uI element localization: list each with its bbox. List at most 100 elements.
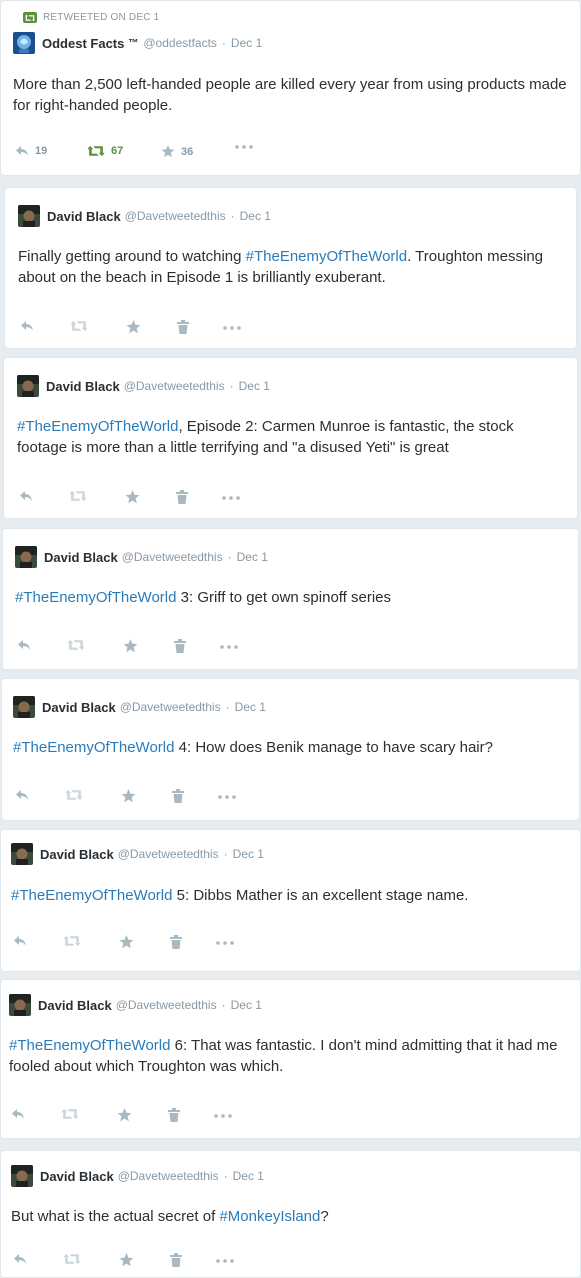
tweet-card[interactable]: David Black @Davetweetedthis · Dec 1 #Th… <box>3 357 578 519</box>
tweet-card[interactable]: David Black @Davetweetedthis · Dec 1 Fin… <box>4 187 577 349</box>
display-name[interactable]: David Black <box>40 847 114 862</box>
username[interactable]: @Davetweetedthis <box>118 1169 219 1183</box>
retweet-button[interactable] <box>63 935 81 947</box>
favorite-button[interactable] <box>119 1253 134 1267</box>
display-name[interactable]: Oddest Facts <box>42 36 124 51</box>
retweet-button[interactable]: 67 <box>87 145 123 157</box>
delete-button[interactable] <box>170 1253 182 1267</box>
more-button[interactable] <box>235 145 253 149</box>
avatar[interactable] <box>13 696 35 718</box>
retweet-button[interactable] <box>61 1108 79 1120</box>
favorite-button[interactable] <box>125 490 140 504</box>
retweet-button[interactable] <box>69 490 87 502</box>
favorite-button[interactable] <box>117 1108 132 1122</box>
display-name[interactable]: David Black <box>46 379 120 394</box>
timestamp[interactable]: Dec 1 <box>240 209 271 223</box>
reply-button[interactable]: 19 <box>15 145 47 157</box>
timestamp[interactable]: Dec 1 <box>231 998 262 1012</box>
avatar[interactable] <box>13 32 35 54</box>
avatar[interactable] <box>11 843 33 865</box>
retweet-button[interactable] <box>67 639 85 651</box>
hashtag-link[interactable]: #TheEnemyOfTheWorld <box>15 589 176 606</box>
hashtag-link[interactable]: #TheEnemyOfTheWorld <box>246 248 407 265</box>
favorite-button[interactable]: 36 <box>161 145 193 158</box>
delete-button[interactable] <box>172 789 184 803</box>
more-icon <box>214 1114 232 1118</box>
delete-button[interactable] <box>168 1108 180 1122</box>
favorite-button[interactable] <box>123 639 138 653</box>
tweet-card[interactable]: David Black @Davetweetedthis · Dec 1 #Th… <box>0 979 581 1139</box>
reply-button[interactable] <box>19 490 33 502</box>
reply-button[interactable] <box>20 320 34 332</box>
favorite-button[interactable] <box>121 789 136 803</box>
retweeted-tweet-card[interactable]: RETWEETED ON DEC 1 Oddest Facts ™ @oddes… <box>0 0 581 176</box>
more-button[interactable] <box>216 941 234 945</box>
display-name[interactable]: David Black <box>38 998 112 1013</box>
tweet-text-before: But what is the actual secret of <box>11 1208 220 1225</box>
reply-button[interactable] <box>13 935 27 947</box>
reply-button[interactable] <box>17 639 31 651</box>
timestamp[interactable]: Dec 1 <box>239 379 270 393</box>
tweet-text: But what is the actual secret of #Monkey… <box>11 1206 568 1227</box>
display-name[interactable]: David Black <box>44 550 118 565</box>
display-name[interactable]: David Black <box>47 209 121 224</box>
hashtag-link[interactable]: #TheEnemyOfTheWorld <box>13 739 174 756</box>
favorite-button[interactable] <box>119 935 134 949</box>
tweet-actions <box>11 1108 251 1124</box>
username[interactable]: @Davetweetedthis <box>122 550 223 564</box>
delete-button[interactable] <box>176 490 188 504</box>
hashtag-link[interactable]: #TheEnemyOfTheWorld <box>9 1037 170 1054</box>
tweet-text: #TheEnemyOfTheWorld, Episode 2: Carmen M… <box>17 416 565 458</box>
username[interactable]: @Davetweetedthis <box>116 998 217 1012</box>
username[interactable]: @Davetweetedthis <box>124 379 225 393</box>
hashtag-link[interactable]: #TheEnemyOfTheWorld <box>11 887 172 904</box>
username[interactable]: @Davetweetedthis <box>120 700 221 714</box>
timestamp[interactable]: Dec 1 <box>233 847 264 861</box>
trash-icon <box>176 490 188 504</box>
timestamp[interactable]: Dec 1 <box>231 36 262 50</box>
display-name[interactable]: David Black <box>42 700 116 715</box>
tweet-text: More than 2,500 left-handed people are k… <box>13 76 567 114</box>
avatar[interactable] <box>11 1165 33 1187</box>
more-button[interactable] <box>223 326 241 330</box>
username[interactable]: @Davetweetedthis <box>118 847 219 861</box>
tweet-header: David Black @Davetweetedthis · Dec 1 <box>11 843 264 865</box>
delete-button[interactable] <box>170 935 182 949</box>
avatar[interactable] <box>9 994 31 1016</box>
avatar[interactable] <box>17 375 39 397</box>
username[interactable]: @oddestfacts <box>143 36 217 50</box>
tweet-header: David Black @Davetweetedthis · Dec 1 <box>13 696 266 718</box>
avatar[interactable] <box>15 546 37 568</box>
more-button[interactable] <box>220 645 238 649</box>
tweet-text: Finally getting around to watching #TheE… <box>18 246 564 288</box>
username[interactable]: @Davetweetedthis <box>125 209 226 223</box>
timestamp[interactable]: Dec 1 <box>235 700 266 714</box>
tweet-card[interactable]: David Black @Davetweetedthis · Dec 1 #Th… <box>2 528 579 670</box>
reply-button[interactable] <box>11 1108 25 1120</box>
hashtag-link[interactable]: #MonkeyIsland <box>219 1208 320 1225</box>
separator: · <box>223 1169 228 1183</box>
more-icon <box>235 145 253 149</box>
reply-button[interactable] <box>13 1253 27 1265</box>
tweet-header: David Black @Davetweetedthis · Dec 1 <box>15 546 268 568</box>
tweet-card[interactable]: David Black @Davetweetedthis · Dec 1 But… <box>0 1150 581 1278</box>
display-name[interactable]: David Black <box>40 1169 114 1184</box>
more-button[interactable] <box>214 1114 232 1118</box>
retweet-icon <box>61 1108 79 1120</box>
timestamp[interactable]: Dec 1 <box>233 1169 264 1183</box>
timestamp[interactable]: Dec 1 <box>237 550 268 564</box>
retweet-button[interactable] <box>65 789 83 801</box>
more-button[interactable] <box>218 795 236 799</box>
retweet-button[interactable] <box>70 320 88 332</box>
tweet-card[interactable]: David Black @Davetweetedthis · Dec 1 #Th… <box>1 678 580 821</box>
reply-button[interactable] <box>15 789 29 801</box>
hashtag-link[interactable]: #TheEnemyOfTheWorld <box>17 418 178 435</box>
delete-button[interactable] <box>174 639 186 653</box>
tweet-card[interactable]: David Black @Davetweetedthis · Dec 1 #Th… <box>0 829 581 972</box>
more-button[interactable] <box>216 1259 234 1263</box>
more-button[interactable] <box>222 496 240 500</box>
favorite-button[interactable] <box>126 320 141 334</box>
delete-button[interactable] <box>177 320 189 334</box>
retweet-button[interactable] <box>63 1253 81 1265</box>
avatar[interactable] <box>18 205 40 227</box>
